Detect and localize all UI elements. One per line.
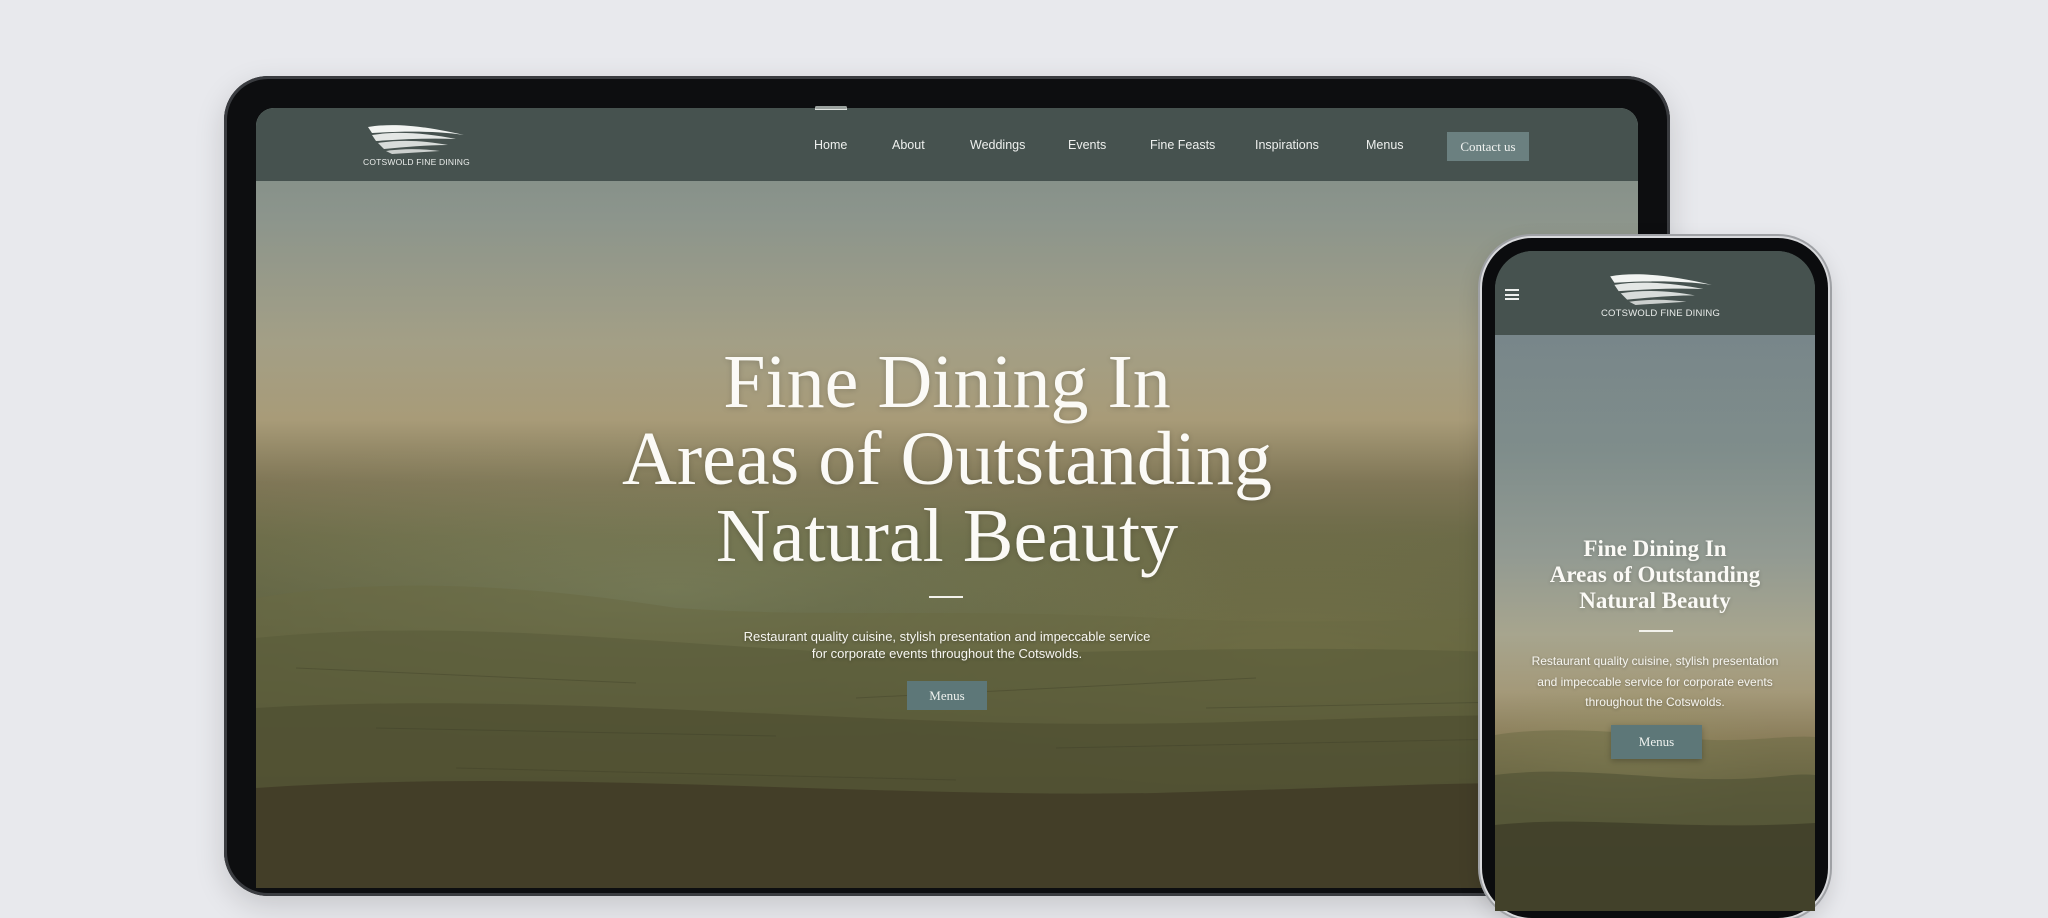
laptop-camera-notch [815, 106, 847, 109]
logo-text: COTSWOLD FINE DINING [363, 157, 470, 167]
hero-subtitle-line: for corporate events throughout the Cots… [811, 646, 1083, 661]
phone-hero-title-line: Areas of Outstanding [1549, 562, 1761, 587]
nav-link-about[interactable]: About [892, 138, 925, 152]
phone-header: COTSWOLD FINE DINING [1495, 251, 1815, 335]
nav-link-fine-feasts[interactable]: Fine Feasts [1150, 138, 1215, 152]
hero-subtitle: Restaurant quality cuisine, stylish pres… [256, 628, 1638, 662]
swoosh-hills-logo-icon [368, 125, 465, 154]
phone-hero-menus-button[interactable]: Menus [1611, 725, 1702, 759]
phone-hero-landscape-image [1495, 335, 1815, 911]
phone-hero-title-line: Fine Dining In [1583, 536, 1727, 561]
phone-hero-divider [1639, 630, 1673, 632]
hero-title-line: Natural Beauty [715, 494, 1179, 578]
phone-hero-subtitle-line: throughout the Cotswolds. [1585, 695, 1725, 709]
hero-divider [929, 596, 963, 598]
laptop-screen: COTSWOLD FINE DINING Home About Weddings… [256, 108, 1638, 888]
hero-title: Fine Dining In Areas of Outstanding Natu… [256, 344, 1638, 575]
nav-link-menus[interactable]: Menus [1366, 138, 1404, 152]
hero-menus-button[interactable]: Menus [907, 681, 987, 710]
nav-link-inspirations[interactable]: Inspirations [1255, 138, 1319, 152]
site-header: COTSWOLD FINE DINING Home About Weddings… [256, 108, 1638, 181]
swoosh-hills-logo-icon [1609, 274, 1712, 305]
nav-link-home[interactable]: Home [814, 138, 847, 152]
logo-text: COTSWOLD FINE DINING [1601, 308, 1721, 319]
hero-title-line: Areas of Outstanding [621, 417, 1273, 501]
hero-subtitle-line: Restaurant quality cuisine, stylish pres… [743, 629, 1151, 644]
contact-us-button[interactable]: Contact us [1447, 132, 1529, 161]
phone-hero-subtitle: Restaurant quality cuisine, stylish pres… [1495, 651, 1815, 713]
phone-hero-subtitle-line: and impeccable service for corporate eve… [1537, 674, 1773, 689]
phone-screen: COTSWOLD FINE DINING Fine Dining In Area… [1495, 251, 1815, 911]
phone-hero-subtitle-line: Restaurant quality cuisine, stylish pres… [1531, 654, 1779, 668]
nav-link-events[interactable]: Events [1068, 138, 1106, 152]
nav-link-weddings[interactable]: Weddings [970, 138, 1025, 152]
phone-hero-title-line: Natural Beauty [1579, 588, 1731, 613]
phone-site-logo[interactable]: COTSWOLD FINE DINING [1601, 270, 1720, 319]
hero-title-line: Fine Dining In [723, 340, 1171, 424]
phone-hero-title: Fine Dining In Areas of Outstanding Natu… [1495, 536, 1815, 614]
site-logo[interactable]: COTSWOLD FINE DINING [363, 121, 470, 167]
hamburger-icon[interactable] [1505, 289, 1519, 300]
